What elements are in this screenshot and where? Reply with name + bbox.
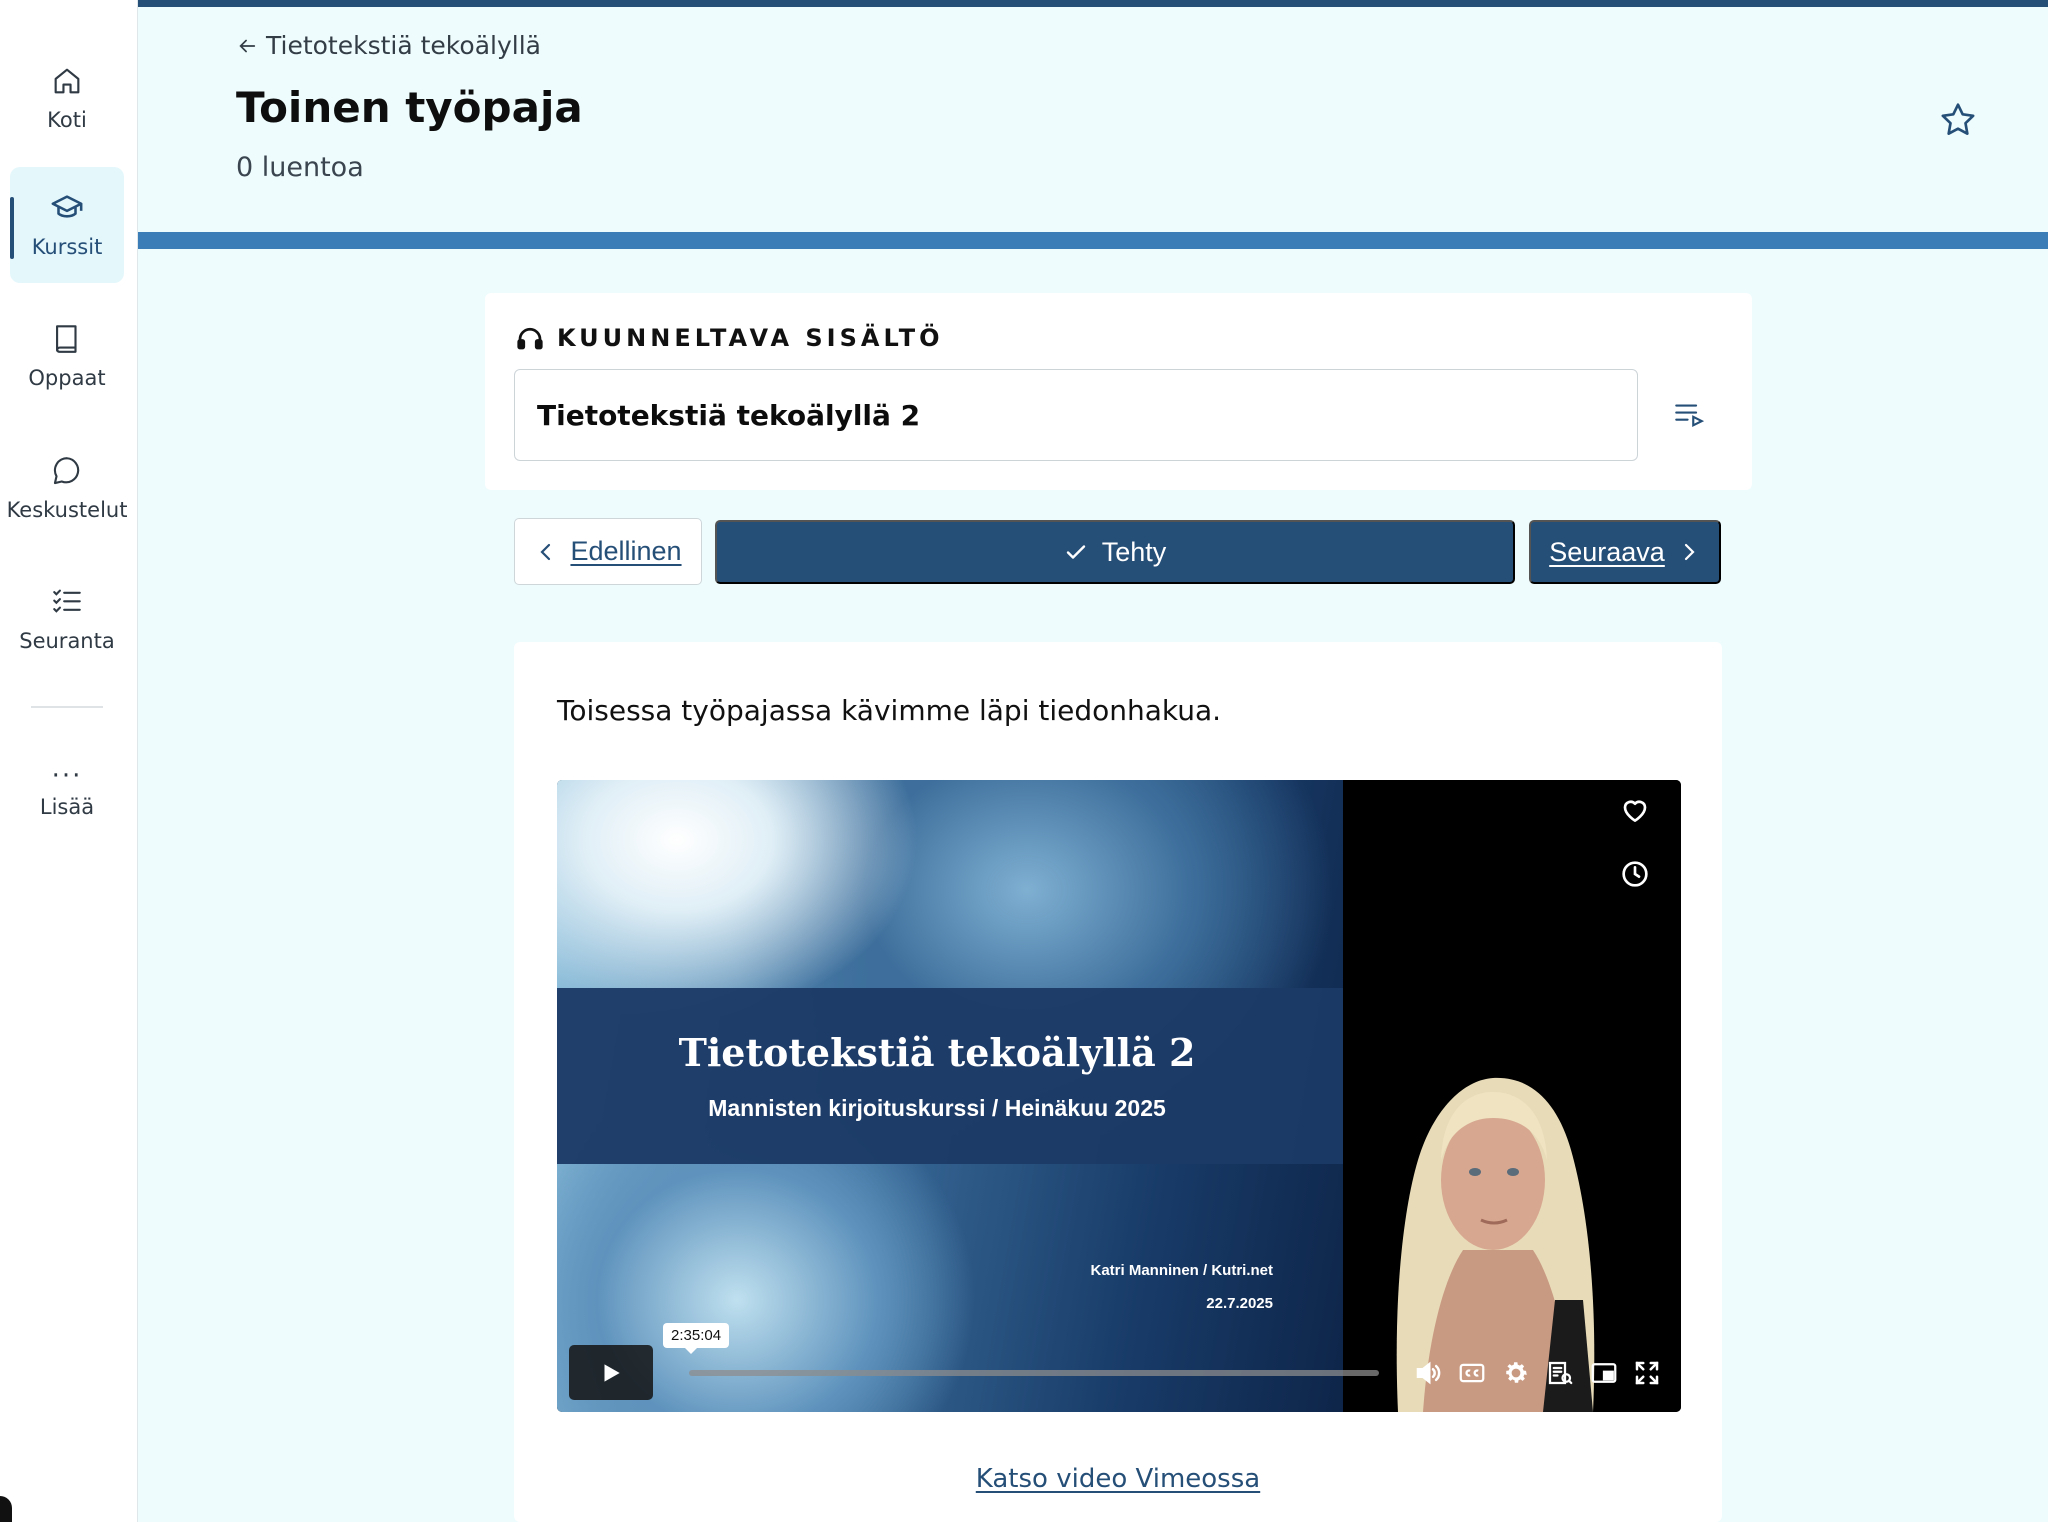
- chat-bubble-icon: [53, 457, 80, 485]
- video-player[interactable]: Tietotekstiä tekoälyllä 2 Mannisten kirj…: [557, 780, 1681, 1412]
- page-header: Tietotekstiä tekoälyllä Toinen työpaja 0…: [138, 7, 2048, 232]
- page-title: Toinen työpaja: [236, 83, 583, 132]
- sidebar-item-kurssit[interactable]: Kurssit: [10, 167, 124, 283]
- sidebar-item-label: Kurssit: [31, 235, 103, 259]
- watch-on-vimeo-link[interactable]: Katso video Vimeossa: [514, 1464, 1722, 1494]
- sidebar-item-label: Seuranta: [19, 629, 115, 653]
- closed-captions-icon[interactable]: [1457, 1358, 1487, 1388]
- previous-button[interactable]: Edellinen: [514, 518, 702, 585]
- audio-heading-label: KUUNNELTAVA SISÄLTÖ: [557, 324, 944, 352]
- sidebar-divider: [31, 706, 103, 708]
- sidebar-item-label: Lisää: [39, 795, 95, 819]
- volume-icon[interactable]: [1413, 1358, 1443, 1388]
- sidebar-item-label: Keskustelut: [6, 498, 128, 522]
- slide-date: 22.7.2025: [1206, 1295, 1273, 1312]
- favorite-star-icon[interactable]: [1938, 100, 1978, 140]
- checklist-icon: [53, 589, 81, 613]
- slide-subtitle: Mannisten kirjoituskurssi / Heinäkuu 202…: [708, 1095, 1166, 1121]
- breadcrumb[interactable]: Tietotekstiä tekoälyllä: [236, 31, 541, 60]
- play-button[interactable]: [569, 1345, 653, 1400]
- slide-title: Tietotekstiä tekoälyllä 2: [678, 1030, 1196, 1075]
- done-label: Tehty: [1101, 536, 1167, 567]
- previous-label: Edellinen: [570, 536, 682, 566]
- more-dots-icon: ···: [51, 761, 83, 791]
- fullscreen-icon[interactable]: [1632, 1358, 1662, 1388]
- next-button[interactable]: Seuraava: [1529, 520, 1721, 584]
- like-heart-icon[interactable]: [1619, 794, 1651, 826]
- intro-text: Toisessa työpajassa kävimme läpi tiedonh…: [557, 694, 1222, 727]
- header-band: [138, 232, 2048, 249]
- settings-gear-icon[interactable]: [1501, 1358, 1531, 1388]
- check-icon: [1066, 545, 1085, 559]
- sidebar-item-lisaa[interactable]: ··· Lisää: [10, 736, 124, 852]
- watch-later-clock-icon[interactable]: [1619, 858, 1651, 890]
- sidebar-item-seuranta[interactable]: Seuranta: [10, 561, 124, 677]
- play-icon: [604, 1363, 620, 1382]
- picture-in-picture-icon[interactable]: [1589, 1358, 1619, 1388]
- next-label: Seuraava: [1549, 536, 1665, 567]
- video-controls: 2:35:04: [569, 1323, 1669, 1400]
- slide-band: [557, 988, 1343, 1164]
- playlist-icon[interactable]: [1672, 397, 1706, 431]
- audio-track-select[interactable]: Tietotekstiä tekoälyllä 2: [514, 369, 1638, 461]
- breadcrumb-label: Tietotekstiä tekoälyllä: [266, 31, 541, 60]
- sidebar-item-label: Koti: [47, 108, 87, 132]
- window-corner: [0, 1496, 12, 1522]
- audio-content-card: KUUNNELTAVA SISÄLTÖ Tietotekstiä tekoäly…: [485, 293, 1752, 490]
- graduation-cap-icon: [51, 195, 83, 218]
- chevron-right-icon: [1684, 543, 1695, 561]
- video-slide: Tietotekstiä tekoälyllä 2 Mannisten kirj…: [557, 780, 1343, 1412]
- arrow-left-icon: [239, 39, 256, 52]
- top-strip: [138, 0, 2048, 7]
- content-card: Toisessa työpajassa kävimme läpi tiedonh…: [514, 642, 1722, 1522]
- home-icon: [54, 68, 80, 94]
- active-indicator: [10, 197, 14, 259]
- transcript-icon[interactable]: [1545, 1358, 1575, 1388]
- audio-heading: KUUNNELTAVA SISÄLTÖ: [515, 323, 944, 353]
- sidebar-item-label: Oppaat: [28, 366, 106, 390]
- lecture-count: 0 luentoa: [236, 152, 364, 183]
- sidebar: Koti Kurssit Oppaat Keskustelut Seuranta…: [0, 0, 138, 1522]
- headphones-icon: [517, 327, 543, 350]
- book-icon: [56, 325, 77, 353]
- duration-tooltip: 2:35:04: [663, 1323, 730, 1354]
- progress-bar[interactable]: [689, 1370, 1379, 1376]
- chevron-left-icon: [540, 543, 551, 560]
- sidebar-item-keskustelut[interactable]: Keskustelut: [7, 430, 127, 546]
- sidebar-item-koti[interactable]: Koti: [10, 40, 124, 156]
- sidebar-item-oppaat[interactable]: Oppaat: [10, 298, 124, 414]
- slide-author: Katri Manninen / Kutri.net: [1090, 1262, 1273, 1279]
- done-button[interactable]: Tehty: [715, 520, 1515, 584]
